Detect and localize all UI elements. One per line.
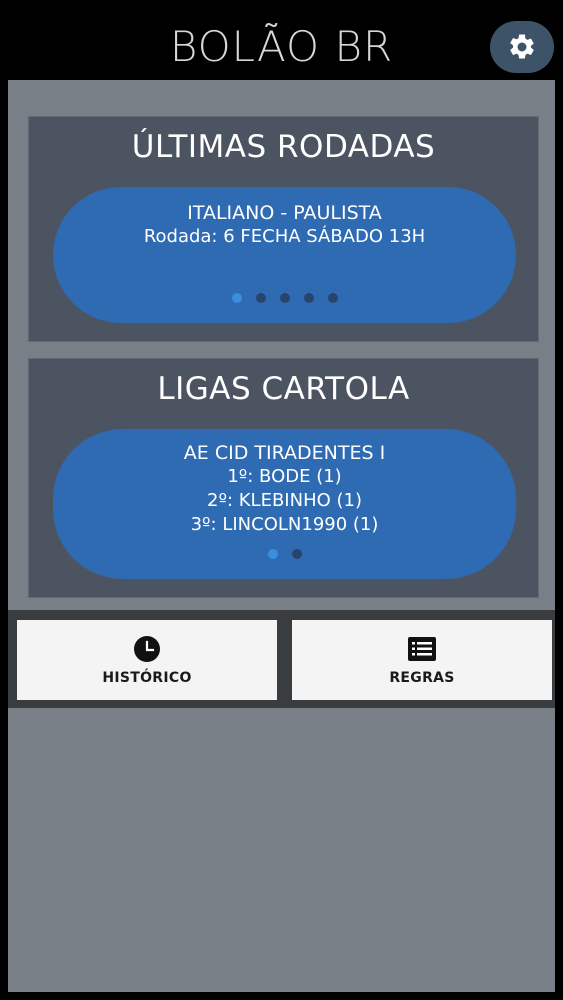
- liga-name: AE CID TIRADENTES I: [183, 442, 386, 464]
- liga-pager[interactable]: [53, 549, 516, 559]
- rodada-league: ITALIANO - PAULISTA: [187, 202, 382, 224]
- liga-rank-1: 1º: BODE (1): [227, 466, 342, 487]
- regras-label: REGRAS: [389, 670, 455, 686]
- pager-dot[interactable]: [327, 293, 338, 303]
- app-title: BOLÃO BR: [169, 22, 394, 71]
- liga-rank-2: 2º: KLEBINHO (1): [207, 490, 362, 511]
- ligas-cartola-title: LIGAS CARTOLA: [157, 371, 410, 407]
- pager-dot[interactable]: [279, 293, 290, 303]
- pager-dot[interactable]: [267, 549, 278, 559]
- gear-icon: [510, 34, 534, 59]
- rodada-pager[interactable]: [53, 293, 516, 303]
- rodada-info: Rodada: 6 FECHA SÁBADO 13H: [143, 226, 426, 247]
- pager-dot[interactable]: [291, 549, 302, 559]
- pager-dot[interactable]: [303, 293, 314, 303]
- regras-button[interactable]: REGRAS: [292, 620, 552, 700]
- settings-button[interactable]: [490, 21, 554, 73]
- rodada-carousel-item[interactable]: ITALIANO - PAULISTA Rodada: 6 FECHA SÁBA…: [53, 187, 516, 323]
- clock-icon: [134, 636, 160, 662]
- app-header: BOLÃO BR: [0, 0, 563, 80]
- list-icon: [408, 637, 436, 661]
- ultimas-rodadas-card: ÚLTIMAS RODADAS ITALIANO - PAULISTA Roda…: [28, 116, 539, 342]
- pager-dot[interactable]: [255, 293, 266, 303]
- ligas-cartola-card: LIGAS CARTOLA AE CID TIRADENTES I 1º: BO…: [28, 358, 539, 598]
- main-content: ÚLTIMAS RODADAS ITALIANO - PAULISTA Roda…: [8, 80, 555, 992]
- pager-dot[interactable]: [231, 293, 242, 303]
- historico-label: HISTÓRICO: [102, 670, 192, 686]
- action-bar: HISTÓRICO REGRAS: [8, 610, 555, 708]
- liga-carousel-item[interactable]: AE CID TIRADENTES I 1º: BODE (1) 2º: KLE…: [53, 429, 516, 579]
- liga-rank-3: 3º: LINCOLN1990 (1): [190, 514, 379, 535]
- ultimas-rodadas-title: ÚLTIMAS RODADAS: [131, 129, 436, 165]
- historico-button[interactable]: HISTÓRICO: [17, 620, 277, 700]
